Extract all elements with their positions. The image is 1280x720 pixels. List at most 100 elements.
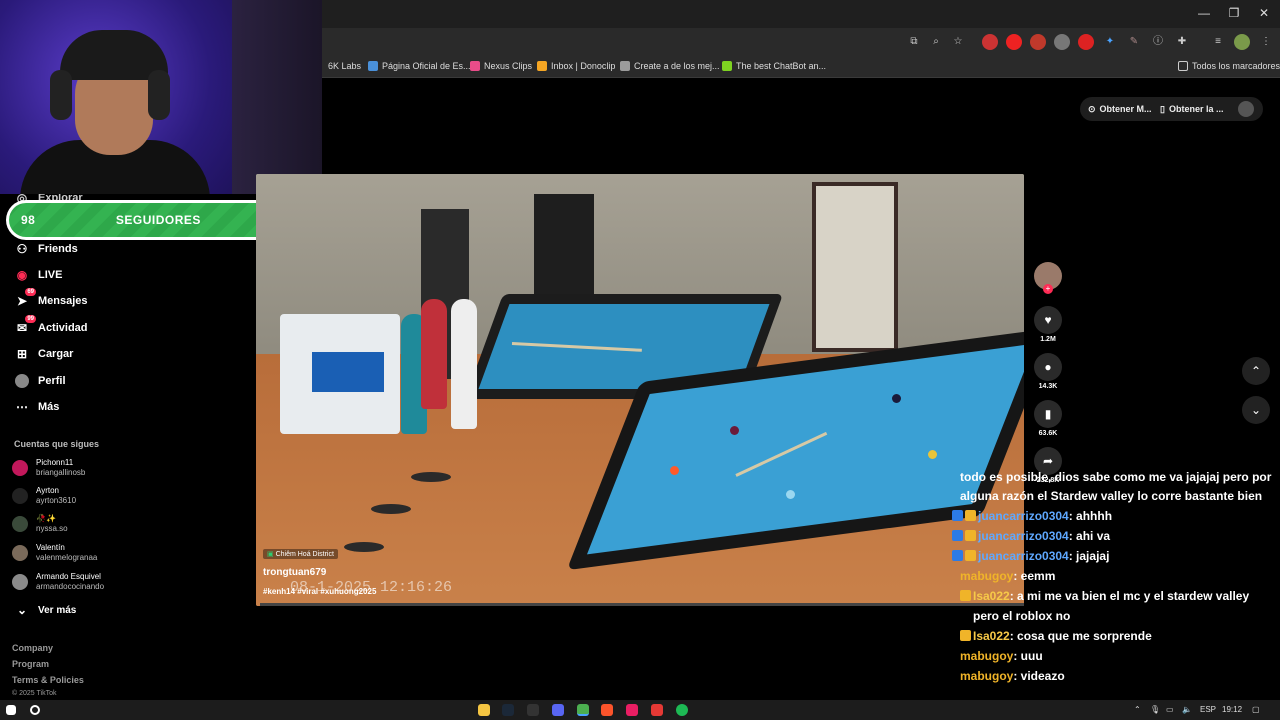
crown-icon	[965, 550, 976, 561]
app-icon[interactable]	[651, 704, 663, 716]
sidebar-item-messages[interactable]: ➤ 69 Mensajes	[14, 288, 88, 311]
steam-icon[interactable]	[502, 704, 514, 716]
zoom-icon[interactable]: ⌕	[928, 34, 944, 50]
chrome-icon[interactable]	[577, 704, 589, 716]
extension-icon[interactable]	[982, 34, 998, 50]
sidebar-item-upload[interactable]: ⊞ Cargar	[14, 344, 74, 364]
discord-icon[interactable]	[552, 704, 564, 716]
avatar[interactable]	[1238, 101, 1254, 117]
video-author[interactable]: trongtuan679	[263, 567, 376, 578]
footer-link[interactable]: Program	[12, 659, 49, 669]
following-item[interactable]: 🥀✨ nyssa.so	[12, 514, 68, 534]
video-progress-bar[interactable]	[260, 603, 1024, 606]
close-button[interactable]: ✕	[1252, 6, 1276, 20]
sidebar-item-more[interactable]: ⋯ Más	[14, 397, 59, 417]
extension-icon[interactable]	[1006, 34, 1022, 50]
following-item[interactable]: Armando Esquivel armandococinando	[12, 572, 104, 592]
microphone-icon[interactable]: 🎙	[1150, 705, 1160, 714]
crown-icon	[965, 510, 976, 521]
kebab-menu-icon[interactable]: ⋮	[1258, 34, 1274, 50]
notifications-icon[interactable]: ▢	[1252, 705, 1260, 714]
star-icon[interactable]: ☆	[950, 34, 966, 50]
next-video-button[interactable]: ⌄	[1242, 396, 1270, 424]
start-menu-icon[interactable]	[6, 705, 16, 715]
menu-list-icon[interactable]: ≡	[1210, 34, 1226, 50]
extension-icon[interactable]	[1054, 34, 1070, 50]
all-bookmarks[interactable]: Todos los marcadores	[1178, 61, 1280, 71]
extension-icon[interactable]	[1030, 34, 1046, 50]
tray-chevron-icon[interactable]: ⌃	[1134, 705, 1141, 714]
comment-count: 14.3K	[1038, 383, 1058, 390]
puzzle-icon[interactable]: ✚	[1174, 34, 1190, 50]
copyright: © 2025 TikTok	[12, 690, 57, 697]
bookmark-icon	[470, 61, 480, 71]
like-count: 1.2M	[1040, 336, 1056, 343]
chevron-down-icon: ⌄	[16, 603, 28, 617]
location-tag[interactable]: ▣ Chiêm Hoá District	[263, 549, 338, 559]
bookmark[interactable]: 6K Labs	[328, 61, 361, 71]
chat-message: Isa022: a mi me va bien el mc y el stard…	[952, 586, 1272, 626]
network-icon[interactable]: ▭	[1166, 705, 1174, 714]
folder-icon[interactable]	[478, 704, 490, 716]
bookmark-icon	[537, 61, 547, 71]
bookmark[interactable]: Nexus Clips	[470, 61, 532, 71]
bookmark[interactable]: Create a de los mej...	[620, 61, 720, 71]
maximize-button[interactable]: ❐	[1222, 6, 1246, 20]
extension-icon[interactable]: ✦	[1102, 34, 1118, 50]
chat-message: juancarrizo0304: jajajaj	[952, 546, 1272, 566]
follow-plus-icon[interactable]: +	[1043, 284, 1053, 294]
video-scene-ball	[892, 394, 901, 403]
bookmark[interactable]: Inbox | Donoclip	[537, 61, 615, 71]
creator-avatar[interactable]: +	[1033, 262, 1063, 294]
save-button[interactable]: ▮ 63.6K	[1033, 400, 1063, 437]
following-item[interactable]: Ayrton ayrton3610	[12, 486, 76, 506]
see-more-button[interactable]: ⌄ Ver más	[14, 600, 76, 620]
app-icon[interactable]	[527, 704, 539, 716]
video-scene-child	[451, 299, 477, 429]
badge: 99	[25, 315, 36, 323]
get-app-button[interactable]: ▯ Obtener la ...	[1160, 98, 1223, 120]
chevron-up-icon: ⌃	[1250, 364, 1262, 378]
sidebar-item-activity[interactable]: ✉ 99 Actividad	[14, 315, 88, 338]
bookmark[interactable]: The best ChatBot an...	[722, 61, 826, 71]
app-icon[interactable]	[626, 704, 638, 716]
subscriber-badge-icon	[952, 550, 963, 561]
following-header: Cuentas que sigues	[14, 439, 100, 449]
footer-link[interactable]: Company	[12, 643, 53, 653]
bookmark[interactable]: Página Oficial de Es...	[368, 61, 471, 71]
cast-icon[interactable]: ⧉	[906, 34, 922, 50]
webcam-background	[232, 0, 322, 194]
goal-current: 98	[21, 213, 36, 227]
avatar[interactable]	[1234, 34, 1250, 50]
headphones-icon	[50, 70, 72, 120]
language-indicator[interactable]: ESP	[1200, 705, 1216, 714]
footer-link[interactable]: Terms & Policies	[12, 675, 84, 685]
following-item[interactable]: Valentín valenmelogranaa	[12, 543, 97, 563]
previous-video-button[interactable]: ⌃	[1242, 357, 1270, 385]
comment-button[interactable]: ● 14.3K	[1033, 353, 1063, 390]
sidebar-item-live[interactable]: ◉ LIVE	[14, 265, 63, 285]
minimize-button[interactable]: —	[1192, 6, 1216, 20]
volume-icon[interactable]: 🔈	[1182, 705, 1192, 714]
video-scene-ball	[928, 450, 937, 459]
video-player[interactable]: ▣ Chiêm Hoá District trongtuan679 #kenh1…	[256, 174, 1024, 606]
extension-icon[interactable]: ✎	[1126, 34, 1142, 50]
following-item[interactable]: Pichonn11 briangallinosb	[12, 458, 85, 478]
avatar	[12, 516, 28, 532]
extension-icon[interactable]	[1078, 34, 1094, 50]
chat-message: mabugoy: uuu	[960, 649, 1043, 663]
info-icon[interactable]: ⓘ	[1150, 34, 1166, 50]
sidebar-item-friends[interactable]: ⚇ Friends	[14, 239, 78, 259]
save-count: 63.6K	[1038, 430, 1058, 437]
sidebar-item-profile[interactable]: Perfil	[14, 371, 66, 391]
brave-icon[interactable]	[601, 704, 613, 716]
folder-icon	[1178, 61, 1188, 71]
clock[interactable]: 19:12	[1222, 705, 1242, 714]
bookmark-icon: ▮	[1034, 400, 1062, 428]
like-button[interactable]: ♥ 1.2M	[1033, 306, 1063, 343]
spotify-icon[interactable]	[676, 704, 688, 716]
get-app-button[interactable]: ⊙ Obtener M...	[1088, 98, 1152, 120]
avatar	[12, 545, 28, 561]
video-scene-freezer-label	[312, 352, 384, 392]
search-icon[interactable]	[30, 705, 40, 715]
